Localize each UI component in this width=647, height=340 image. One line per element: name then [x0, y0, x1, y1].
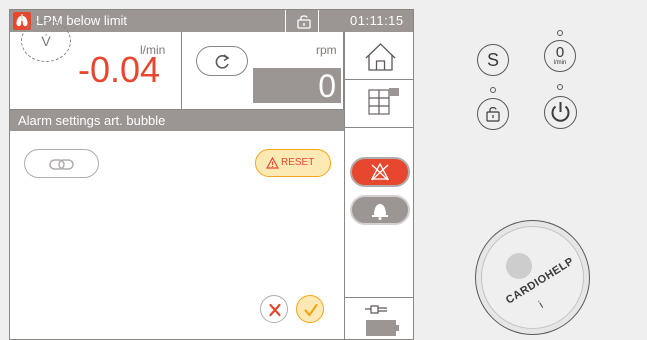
side-navigation: [344, 32, 413, 339]
knob-indicator: [506, 253, 532, 279]
link-icon: [49, 159, 74, 170]
rpm-value: 0: [318, 68, 336, 104]
alarm-mute-button[interactable]: [350, 157, 410, 187]
touch-screen: LPM below limit 01:11:15 V̇ l/min -0.04: [9, 9, 414, 340]
check-icon: [304, 303, 318, 317]
lock-button[interactable]: [477, 98, 509, 130]
power-plug-battery-icon: [365, 305, 399, 336]
grid-menu-icon: [368, 88, 399, 115]
power-indicator-led: [557, 84, 563, 90]
reset-label: RESET: [281, 157, 315, 168]
section-title: Alarm settings art. bubble: [18, 113, 166, 128]
zero-unit-label: l/min: [553, 60, 567, 66]
power-button[interactable]: [544, 96, 577, 129]
zero-indicator-led: [557, 30, 563, 36]
title-divider: [318, 10, 319, 32]
zero-label: 0: [555, 44, 565, 61]
flow-value: -0.04: [78, 49, 161, 90]
menu-grid-button[interactable]: [345, 80, 413, 128]
power-icon: [551, 102, 570, 122]
confirm-button[interactable]: [296, 295, 324, 323]
cross-icon: [269, 303, 281, 317]
title-divider: [285, 10, 286, 32]
lock-icon: [486, 107, 500, 122]
rotate-icon: [215, 54, 230, 69]
rpm-display[interactable]: 0: [253, 68, 341, 103]
knob-face: CARDIOHELP i: [481, 226, 584, 329]
home-icon: [365, 43, 396, 71]
cancel-button[interactable]: [260, 295, 288, 323]
reset-button[interactable]: RESET: [255, 149, 331, 177]
screen-lock-icon[interactable]: [296, 13, 312, 34]
pump-mode-button[interactable]: [196, 46, 248, 76]
bell-icon: [372, 204, 388, 220]
warning-icon: [266, 157, 279, 169]
control-knob[interactable]: CARDIOHELP i: [475, 220, 590, 335]
home-button[interactable]: [345, 32, 413, 80]
lock-indicator-led: [490, 87, 496, 93]
power-status-button[interactable]: [345, 297, 413, 339]
rpm-unit: rpm: [316, 43, 337, 57]
title-bar: LPM below limit 01:11:15: [10, 10, 413, 34]
link-button[interactable]: [24, 149, 99, 178]
zero-flow-button[interactable]: 0 l/min: [544, 40, 576, 72]
alarm-bell-button[interactable]: [350, 195, 410, 225]
standby-button[interactable]: S: [477, 44, 509, 76]
device-frame: LPM below limit 01:11:15 V̇ l/min -0.04: [0, 0, 647, 340]
flow-symbol: V̇: [41, 33, 51, 49]
brand-sub-label: i: [537, 299, 546, 311]
clock: 01:11:15: [350, 13, 404, 28]
standby-label: S: [486, 50, 499, 70]
section-header: Alarm settings art. bubble: [10, 110, 344, 131]
alarm-muted-icon: [370, 162, 390, 181]
flow-symbol-badge: V̇: [21, 20, 71, 62]
